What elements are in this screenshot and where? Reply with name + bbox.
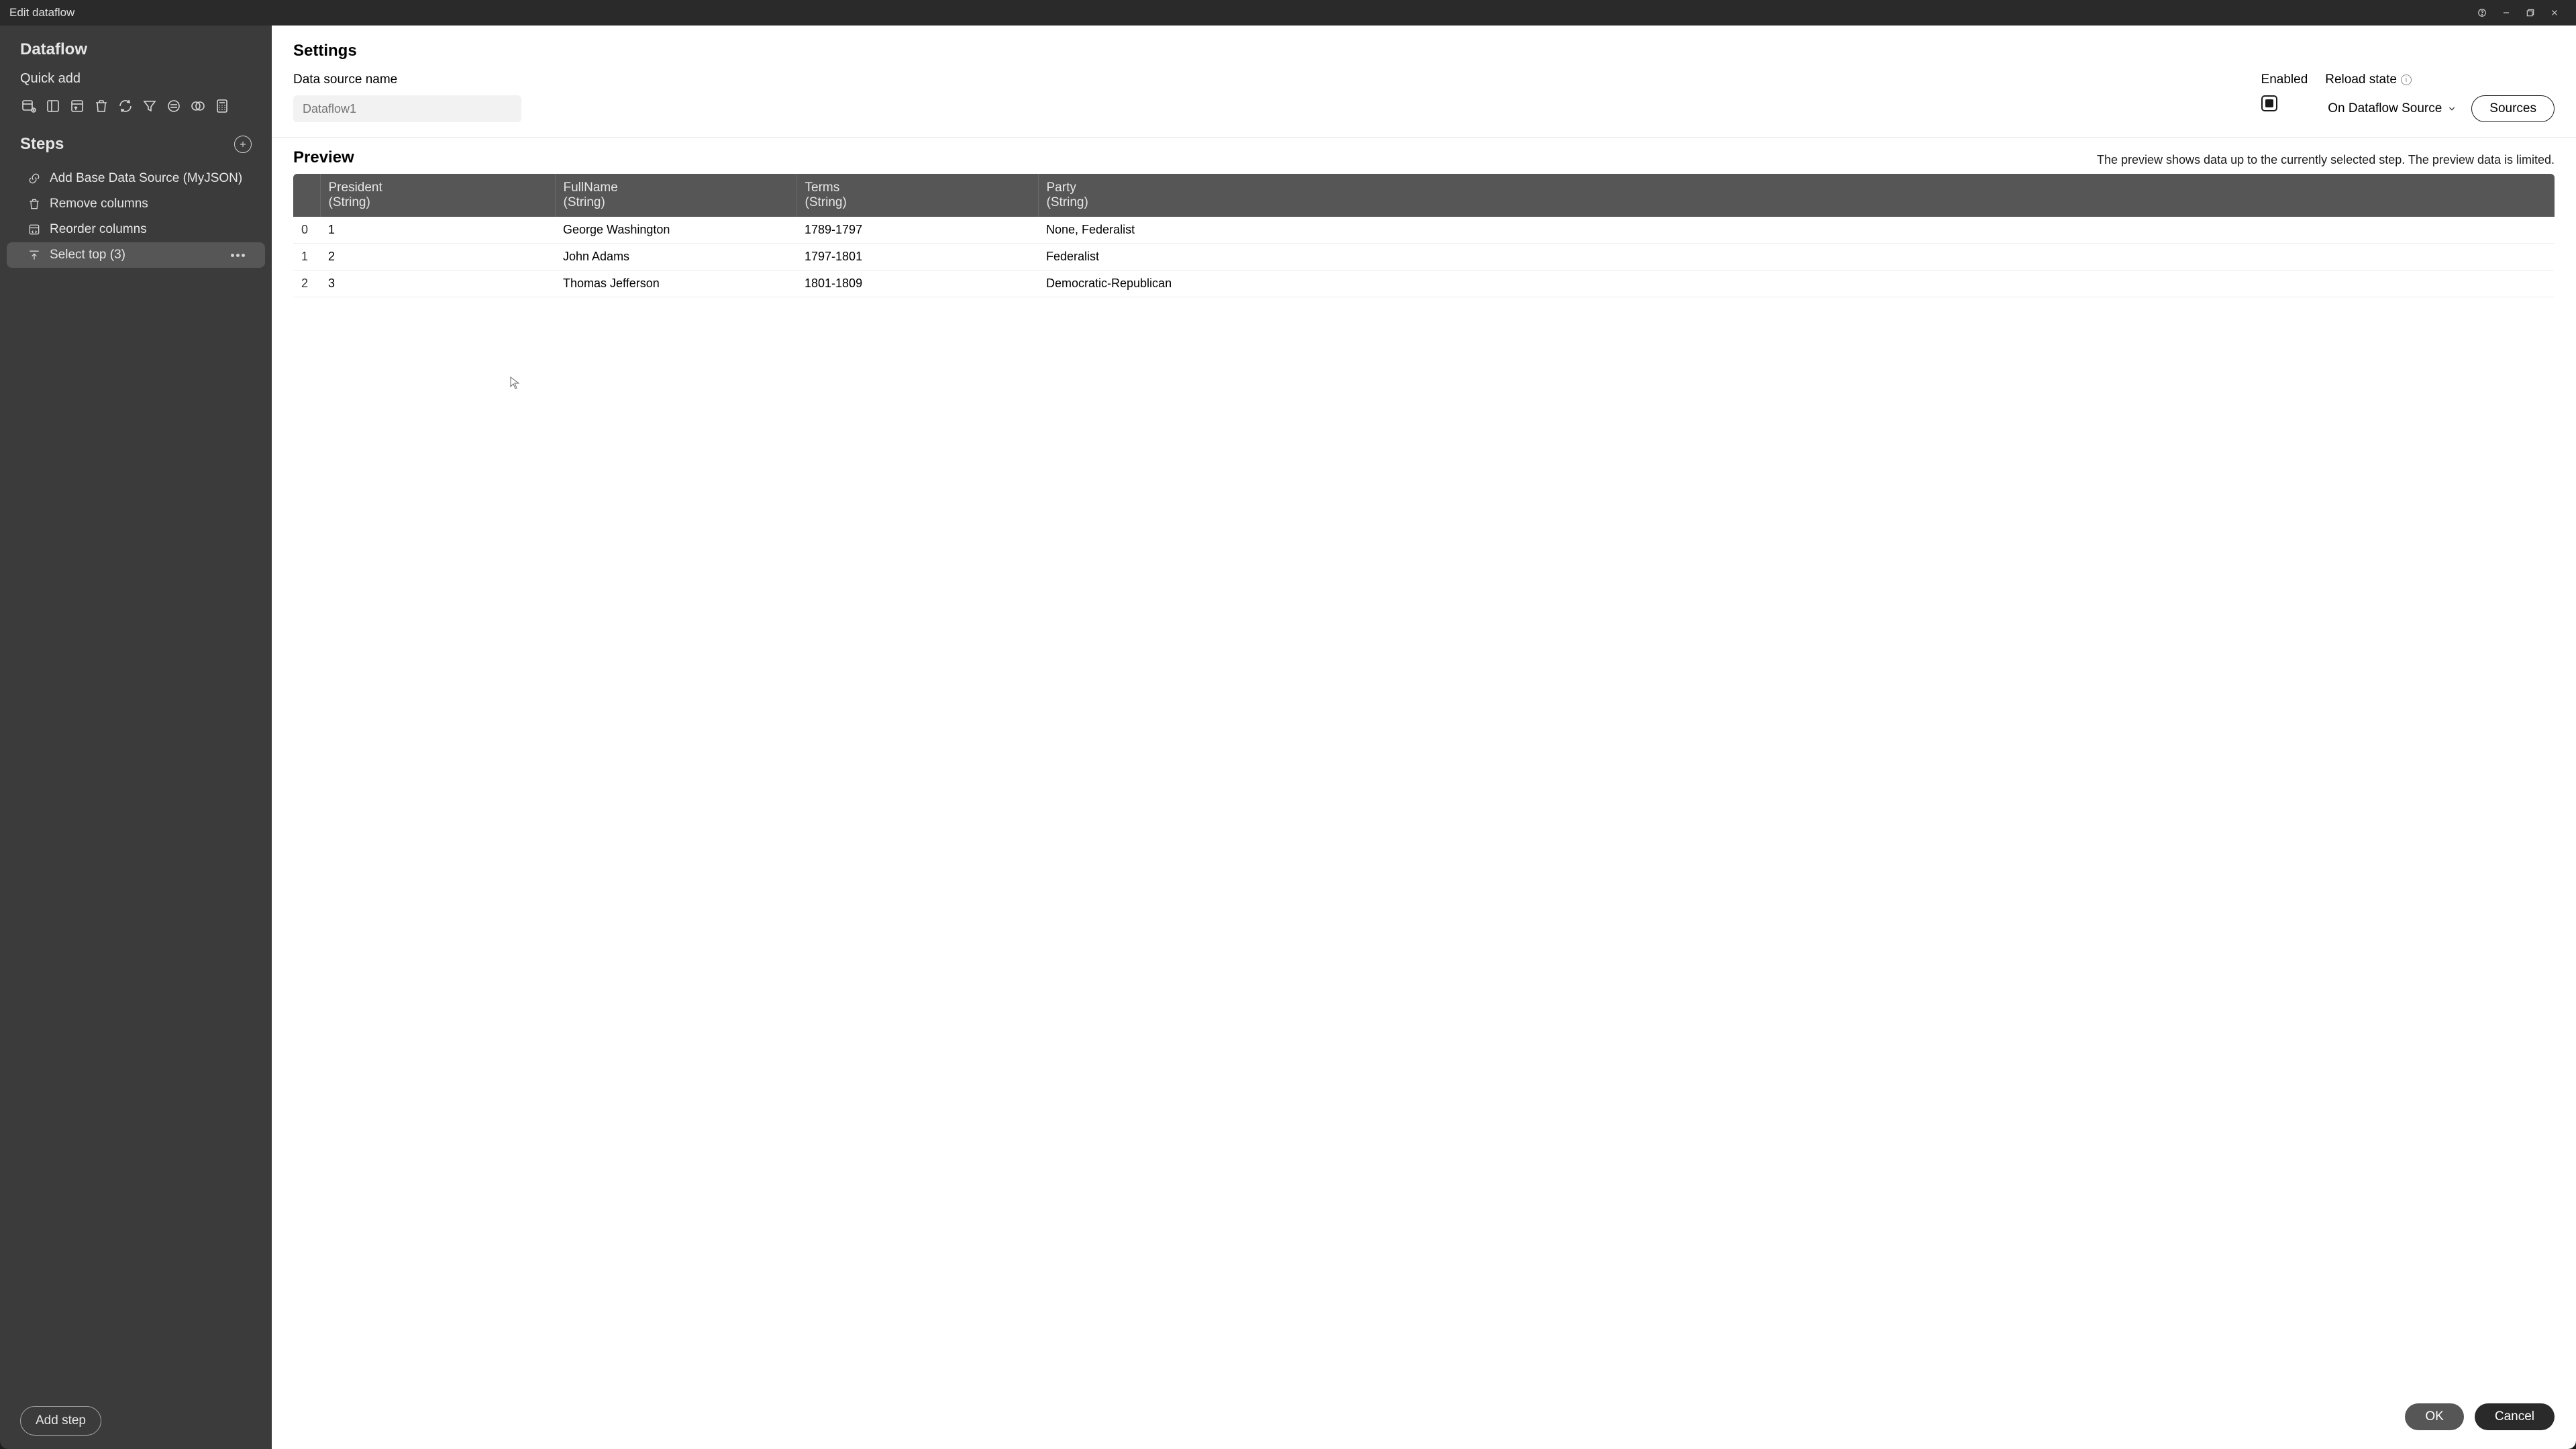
window-title: Edit dataflow [9, 6, 74, 19]
add-step-icon[interactable] [234, 136, 252, 153]
quick-add-toolbar [20, 97, 252, 115]
filter-icon[interactable] [141, 97, 158, 115]
refresh-icon[interactable] [117, 97, 134, 115]
steps-heading: Steps [20, 135, 234, 154]
group-icon[interactable] [165, 97, 183, 115]
cell: 1797-1801 [796, 244, 1038, 270]
sidebar-title: Dataflow [20, 40, 252, 59]
minimize-button[interactable] [2494, 0, 2518, 26]
ok-button[interactable]: OK [2405, 1403, 2463, 1430]
sidebar: Dataflow Quick add Steps Add Base Data S… [0, 26, 272, 1449]
cell: 1789-1797 [796, 217, 1038, 244]
remove-columns-icon[interactable] [93, 97, 110, 115]
steps-list: Add Base Data Source (MyJSON) Remove colu… [0, 166, 272, 1393]
step-item[interactable]: Remove columns [7, 191, 265, 217]
cell: None, Federalist [1038, 217, 2555, 244]
main-panel: Settings Data source name Enabled Reload… [272, 26, 2576, 1449]
index-header [293, 174, 320, 217]
enabled-checkbox[interactable] [2261, 95, 2277, 111]
enabled-label: Enabled [2261, 72, 2308, 87]
step-item[interactable]: Reorder columns [7, 217, 265, 242]
cell: 1 [320, 217, 555, 244]
step-icon [27, 171, 42, 186]
more-icon[interactable] [231, 254, 245, 257]
step-item[interactable]: Select top (3) [7, 242, 265, 268]
join-icon[interactable] [189, 97, 207, 115]
settings-heading: Settings [293, 42, 2555, 60]
maximize-button[interactable] [2518, 0, 2542, 26]
add-step-button[interactable]: Add step [20, 1406, 101, 1436]
step-label: Add Base Data Source (MyJSON) [50, 171, 242, 186]
table-row[interactable]: 01George Washington1789-1797None, Federa… [293, 217, 2555, 244]
column-header[interactable]: Party(String) [1038, 174, 2555, 217]
cell: Democratic-Republican [1038, 270, 2555, 297]
preview-table: President(String)FullName(String)Terms(S… [293, 174, 2555, 297]
preview-heading: Preview [293, 148, 2097, 167]
step-icon [27, 222, 42, 237]
settings-section: Settings Data source name Enabled Reload… [272, 26, 2576, 138]
column-header[interactable]: FullName(String) [555, 174, 796, 217]
help-button[interactable] [2470, 0, 2494, 26]
step-label: Reorder columns [50, 222, 147, 237]
calculate-icon[interactable] [213, 97, 231, 115]
reload-state-label: Reload state i [2325, 72, 2555, 87]
dialog-footer: OK Cancel [272, 1390, 2576, 1449]
table-row[interactable]: 12John Adams1797-1801Federalist [293, 244, 2555, 270]
row-index: 0 [293, 217, 320, 244]
cell: George Washington [555, 217, 796, 244]
cell: 1801-1809 [796, 270, 1038, 297]
preview-note: The preview shows data up to the current… [2097, 153, 2555, 167]
cell: Thomas Jefferson [555, 270, 796, 297]
data-source-name-input[interactable] [293, 95, 521, 122]
cancel-button[interactable]: Cancel [2475, 1403, 2555, 1430]
step-label: Remove columns [50, 197, 148, 211]
row-index: 2 [293, 270, 320, 297]
step-icon [27, 248, 42, 262]
step-label: Select top (3) [50, 248, 125, 262]
step-icon [27, 197, 42, 211]
table-row[interactable]: 23Thomas Jefferson1801-1809Democratic-Re… [293, 270, 2555, 297]
step-item[interactable]: Add Base Data Source (MyJSON) [7, 166, 265, 191]
column-header[interactable]: Terms(String) [796, 174, 1038, 217]
add-data-source-icon[interactable] [20, 97, 38, 115]
cell: Federalist [1038, 244, 2555, 270]
reorder-columns-icon[interactable] [68, 97, 86, 115]
cell: 2 [320, 244, 555, 270]
cell: John Adams [555, 244, 796, 270]
close-button[interactable] [2542, 0, 2567, 26]
sources-button[interactable]: Sources [2471, 95, 2555, 122]
reload-state-select[interactable]: On Dataflow Source [2325, 95, 2459, 122]
quick-add-label: Quick add [20, 71, 252, 87]
row-index: 1 [293, 244, 320, 270]
column-header[interactable]: President(String) [320, 174, 555, 217]
cell: 3 [320, 270, 555, 297]
rename-columns-icon[interactable] [44, 97, 62, 115]
info-icon[interactable]: i [2401, 74, 2412, 85]
titlebar: Edit dataflow [0, 0, 2576, 26]
data-source-name-label: Data source name [293, 72, 521, 87]
